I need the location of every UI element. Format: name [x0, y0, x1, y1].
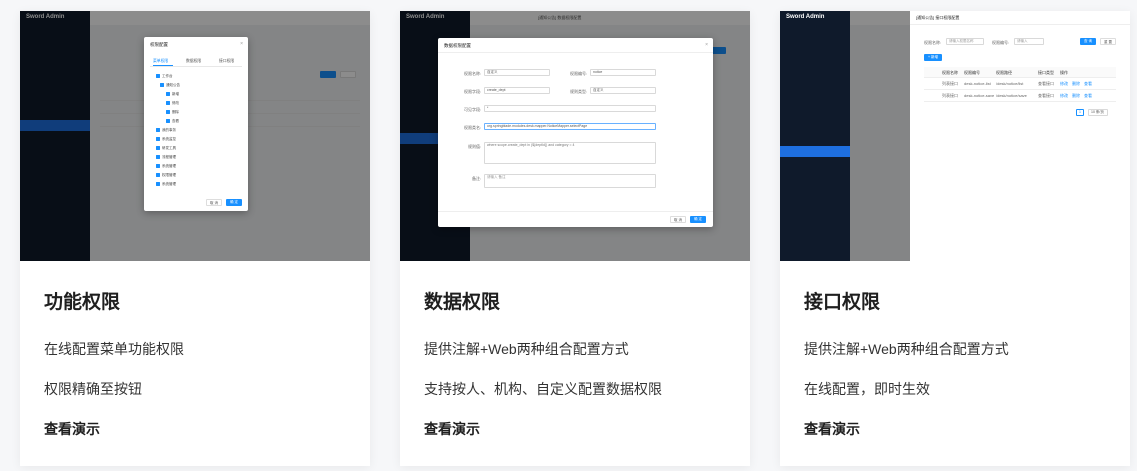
tree-node: 查看: [172, 119, 179, 123]
rule-type-select[interactable]: 自定义: [590, 87, 656, 94]
ok-button[interactable]: 确 定: [226, 199, 242, 206]
checkbox[interactable]: [166, 110, 170, 114]
code-input[interactable]: notice: [590, 69, 656, 76]
table-row: 列表接口 desk-notice-list /desk/notice/list …: [924, 78, 1116, 90]
mini-logo: Sword Admin: [786, 14, 825, 20]
edit-link[interactable]: 修改: [1060, 81, 1068, 87]
checkbox[interactable]: [166, 119, 170, 123]
tree-node: 删除: [172, 110, 179, 114]
demo-link[interactable]: 查看演示: [44, 420, 100, 438]
card-desc: 提供注解+Web两种组合配置方式: [424, 341, 629, 357]
pager-page[interactable]: 1: [1076, 109, 1084, 116]
visible-input[interactable]: *: [484, 105, 656, 112]
screenshot-api-permission: Sword Admin [通知公告] 接口权限配置 权限名称: 请输入权限名称 …: [780, 11, 1130, 261]
tab-menu-permission[interactable]: 菜单权限: [153, 59, 168, 64]
checkbox[interactable]: [166, 92, 170, 96]
checkbox[interactable]: [156, 164, 160, 168]
pager-size-select[interactable]: 10 条/页: [1088, 109, 1108, 116]
tab-data-permission[interactable]: 数据权限: [186, 59, 201, 64]
tree-node: 通知公告: [166, 83, 180, 87]
cancel-button[interactable]: 取 消: [206, 199, 222, 206]
card-title: 数据权限: [424, 292, 501, 313]
cancel-button[interactable]: 取 消: [670, 216, 686, 223]
mini-sidebar: Sword Admin: [780, 11, 850, 261]
card-desc: 在线配置，即时生效: [804, 381, 930, 397]
checkbox[interactable]: [156, 182, 160, 186]
api-permission-drawer: [通知公告] 接口权限配置 权限名称: 请输入权限名称 权限编号: 请输入 查 …: [910, 11, 1130, 261]
card-data-permission: Sword Admin [通知公告] 数据权限配置 数据权限配置 × 权限名称:…: [400, 11, 750, 466]
tab-api-permission[interactable]: 接口权限: [219, 59, 234, 64]
tree-node: 系统监控: [162, 137, 176, 141]
table-header: 权限名称 权限编号 权限路径 接口类型 操作: [924, 67, 1116, 78]
tree-node: 新增: [172, 92, 179, 96]
checkbox[interactable]: [166, 101, 170, 105]
view-link[interactable]: 查看: [1084, 81, 1092, 87]
add-button[interactable]: + 新增: [924, 54, 942, 61]
edit-link[interactable]: 修改: [1060, 93, 1068, 99]
card-title: 接口权限: [804, 292, 881, 313]
tree-node: 系统管理: [162, 164, 176, 168]
card-title: 功能权限: [44, 292, 121, 313]
checkbox[interactable]: [156, 146, 160, 150]
delete-link[interactable]: 删除: [1072, 93, 1080, 99]
class-input[interactable]: org.springblade.modules.desk.mapper.Noti…: [484, 123, 656, 130]
view-link[interactable]: 查看: [1084, 93, 1092, 99]
checkbox[interactable]: [156, 128, 160, 132]
ok-button[interactable]: 确 定: [690, 216, 706, 223]
checkbox[interactable]: [156, 173, 160, 177]
checkbox[interactable]: [156, 155, 160, 159]
demo-link[interactable]: 查看演示: [804, 420, 860, 438]
close-icon[interactable]: ×: [240, 41, 243, 47]
demo-link[interactable]: 查看演示: [424, 420, 480, 438]
checkbox[interactable]: [160, 83, 164, 87]
screenshot-data-permission: Sword Admin [通知公告] 数据权限配置 数据权限配置 × 权限名称:…: [400, 11, 750, 261]
remark-textarea[interactable]: 请输入 备注: [484, 174, 656, 188]
card-api-permission: Sword Admin [通知公告] 接口权限配置 权限名称: 请输入权限名称 …: [780, 11, 1130, 466]
permission-modal: 权限配置 × 菜单权限 数据权限 接口权限 工作台 通知公告 新增 修改 删除 …: [144, 37, 248, 211]
card-function-permission: Sword Admin 权限配置 × 菜单权限 数据权限 接口权限 工作台 通知…: [20, 11, 370, 466]
tree-node: 流程管理: [162, 155, 176, 159]
close-icon[interactable]: ×: [705, 42, 708, 48]
search-button[interactable]: 查 询: [1080, 38, 1096, 45]
tree-node: 我的事务: [162, 128, 176, 132]
name-input[interactable]: 自定义: [484, 69, 550, 76]
tree-node: 研发工具: [162, 146, 176, 150]
tree-node: 工作台: [162, 74, 173, 78]
column-input[interactable]: create_dept: [484, 87, 550, 94]
table-row: 列表接口 desk-notice-save /desk/notice/save …: [924, 90, 1116, 102]
modal-title: 权限配置: [150, 42, 168, 47]
code-search-input[interactable]: 请输入: [1014, 38, 1044, 45]
window-title: [通知公告] 接口权限配置: [916, 15, 960, 20]
tree-node: 修改: [172, 101, 179, 105]
tree-node: 系统管理: [162, 182, 176, 186]
checkbox[interactable]: [156, 74, 160, 78]
reset-button[interactable]: 重 置: [1100, 38, 1116, 45]
tree-node: 权限管理: [162, 173, 176, 177]
modal-title: 数据权限配置: [444, 43, 471, 48]
card-desc: 提供注解+Web两种组合配置方式: [804, 341, 1009, 357]
name-search-input[interactable]: 请输入权限名称: [946, 38, 984, 45]
checkbox[interactable]: [156, 137, 160, 141]
card-desc: 支持按人、机构、自定义配置数据权限: [424, 381, 662, 397]
data-permission-modal: 数据权限配置 × 权限名称: 自定义 权限编号: notice 权限字段: cr…: [438, 38, 713, 227]
rule-value-textarea[interactable]: where scope.create_dept in (${deptId}) a…: [484, 142, 656, 164]
card-desc: 权限精确至按钮: [44, 381, 142, 397]
delete-link[interactable]: 删除: [1072, 81, 1080, 87]
screenshot-function-permission: Sword Admin 权限配置 × 菜单权限 数据权限 接口权限 工作台 通知…: [20, 11, 370, 261]
card-desc: 在线配置菜单功能权限: [44, 341, 184, 357]
